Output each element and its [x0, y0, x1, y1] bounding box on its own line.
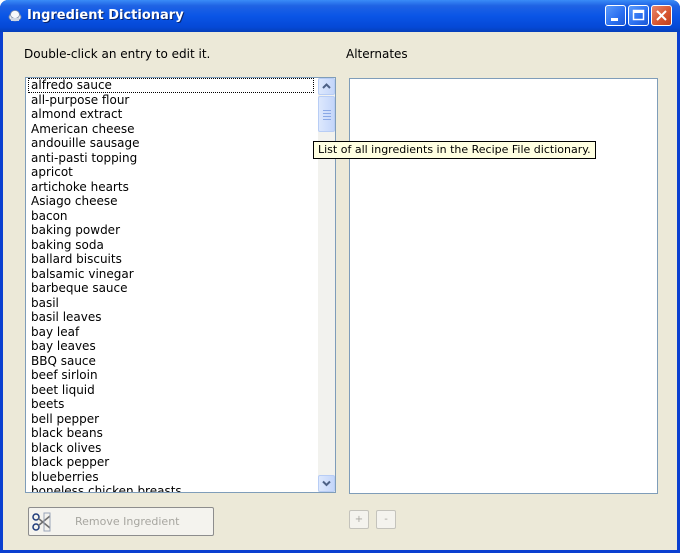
close-icon	[656, 10, 667, 21]
list-item[interactable]: black olives	[26, 441, 316, 456]
list-item[interactable]: anti-pasti topping	[26, 151, 316, 166]
remove-ingredient-label: Remove Ingredient	[75, 515, 180, 528]
ingredient-list[interactable]: alfredo sauce all-purpose flour almond ext…	[25, 77, 336, 493]
list-item[interactable]: bacon	[26, 209, 316, 224]
list-item[interactable]: artichoke hearts	[26, 180, 316, 195]
list-item[interactable]: American cheese	[26, 122, 316, 137]
list-item[interactable]: barbeque sauce	[26, 281, 316, 296]
instruction-label: Double-click an entry to edit it.	[24, 47, 211, 61]
list-item[interactable]: BBQ sauce	[26, 354, 316, 369]
list-item[interactable]: baking soda	[26, 238, 316, 253]
scroll-up-button[interactable]	[318, 78, 335, 95]
window-title: Ingredient Dictionary	[27, 8, 184, 23]
list-item[interactable]: bay leaf	[26, 325, 316, 340]
list-item[interactable]: ballard biscuits	[26, 252, 316, 267]
scroll-down-button[interactable]	[318, 475, 335, 492]
list-item[interactable]: apricot	[26, 165, 316, 180]
list-item[interactable]: beets	[26, 397, 316, 412]
minimize-button[interactable]	[605, 5, 626, 26]
list-item[interactable]: balsamic vinegar	[26, 267, 316, 282]
list-item[interactable]: blueberries	[26, 470, 316, 485]
list-item[interactable]: black beans	[26, 426, 316, 441]
alternates-label: Alternates	[346, 47, 408, 61]
scissors-icon	[31, 511, 53, 537]
ingredient-dictionary-window: Ingredient Dictionary Double-click an en…	[0, 0, 680, 553]
list-item[interactable]: black pepper	[26, 455, 316, 470]
chef-hat-icon[interactable]	[7, 8, 23, 24]
list-item[interactable]: alfredo sauce	[28, 78, 314, 93]
maximize-button[interactable]	[628, 5, 649, 26]
list-item[interactable]: beet liquid	[26, 383, 316, 398]
list-item[interactable]: all-purpose flour	[26, 93, 316, 108]
scroll-thumb[interactable]	[318, 96, 335, 132]
close-button[interactable]	[651, 5, 672, 26]
list-item[interactable]: almond extract	[26, 107, 316, 122]
list-item[interactable]: baking powder	[26, 223, 316, 238]
minimize-icon	[611, 18, 618, 21]
list-item[interactable]: Asiago cheese	[26, 194, 316, 209]
add-alternate-button[interactable]: +	[349, 510, 369, 529]
ingredient-items: alfredo sauce all-purpose flour almond ext…	[26, 78, 316, 492]
list-item[interactable]: bell pepper	[26, 412, 316, 427]
remove-alternate-button[interactable]: -	[376, 510, 396, 529]
ingredient-list-tooltip: List of all ingredients in the Recipe Fi…	[313, 141, 596, 159]
list-item[interactable]: boneless chicken breasts	[26, 484, 316, 492]
maximize-icon	[632, 9, 645, 21]
chevron-up-icon	[322, 83, 331, 89]
list-item[interactable]: basil leaves	[26, 310, 316, 325]
remove-ingredient-button[interactable]: Remove Ingredient	[28, 507, 214, 536]
list-item[interactable]: basil	[26, 296, 316, 311]
list-item[interactable]: beef sirloin	[26, 368, 316, 383]
list-item[interactable]: bay leaves	[26, 339, 316, 354]
title-bar[interactable]: Ingredient Dictionary	[0, 0, 680, 32]
chevron-down-icon	[322, 480, 331, 487]
list-item[interactable]: andouille sausage	[26, 136, 316, 151]
